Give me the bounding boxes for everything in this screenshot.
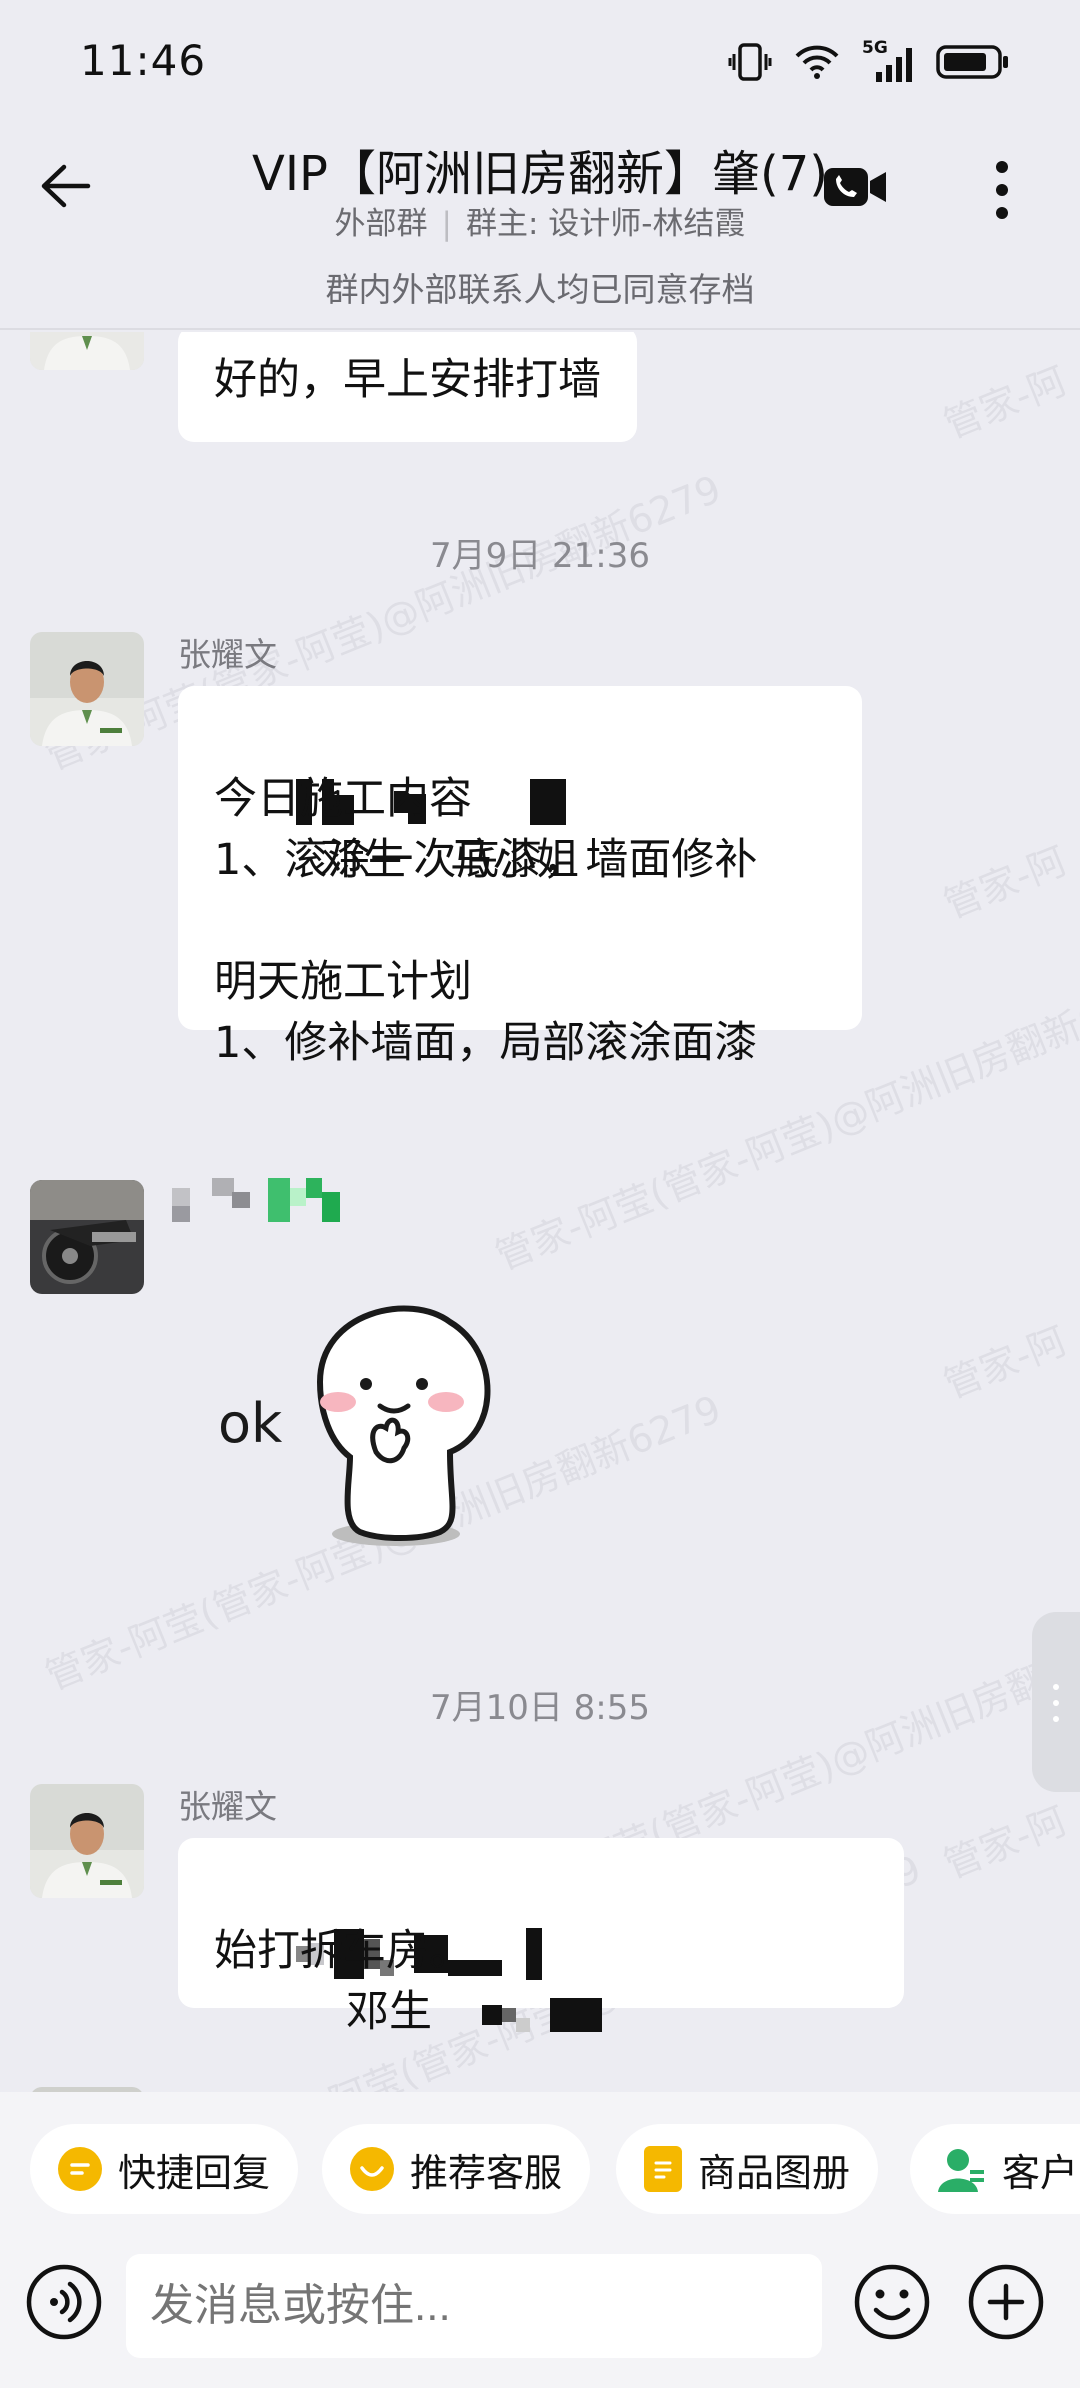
emoji-button[interactable] (852, 2262, 932, 2342)
quick-reply-button[interactable]: 快捷回复 (30, 2124, 299, 2214)
group-owner-label: 群主: 设计师-林结霞 (465, 206, 746, 242)
quick-reply-icon (58, 2147, 102, 2191)
customer-icon (938, 2145, 986, 2193)
chat-header: VIP【阿洲旧房翻新】肇(7) 外部群 | 群主: 设计师-林结霞 (0, 120, 1080, 250)
quick-action-bar: 快捷回复 推荐客服 商品图册 客户 (0, 2092, 1080, 2252)
message-input[interactable] (126, 2254, 822, 2358)
redacted-block (530, 778, 567, 825)
voice-icon (26, 2264, 102, 2340)
plus-icon (968, 2264, 1044, 2340)
sender-name: 张耀文 (178, 1787, 277, 1826)
more-options-button[interactable] (966, 150, 1038, 230)
more-vertical-icon (996, 161, 1008, 219)
message-bubble[interactable]: 好的，早上安排打墙 (178, 332, 637, 442)
message-bubble[interactable]: 邓生 马小姐 今日施工内容 1、滚涂一次底漆，墙面修补 明天施工计划 1、修补墙面… (178, 686, 862, 1068)
chat-title[interactable]: VIP【阿洲旧房翻新】肇(7) (0, 134, 1080, 204)
status-icons: 5G (728, 38, 1010, 84)
sender-name: 张耀文 (178, 635, 277, 674)
chat-message-list[interactable]: 管家-阿 管家-阿莹(管家-阿莹)@阿洲旧房翻新6279 管家-阿 管家-阿莹(… (0, 332, 1080, 2092)
redacted-block (526, 1927, 543, 1980)
recommend-service-label: 推荐客服 (410, 2150, 563, 2195)
redacted-block (516, 2017, 531, 2032)
message-line (214, 891, 826, 952)
video-camera-icon (824, 168, 886, 206)
watermark: 管家-阿 (937, 838, 1073, 928)
redacted-block (550, 1997, 569, 2032)
avatar[interactable] (30, 332, 144, 370)
side-drawer-handle[interactable] (1032, 1612, 1080, 1792)
avatar[interactable] (30, 632, 144, 746)
quick-reply-label: 快捷回复 (118, 2150, 271, 2195)
ok-sticker-image: ok (218, 1305, 491, 1546)
sticker-caption: ok (218, 1392, 283, 1455)
archive-notice: 群内外部联系人均已同意存档 (0, 250, 1080, 330)
status-bar: 11:46 5G (0, 0, 1080, 120)
subtitle-divider: | (441, 206, 452, 242)
message-line: 1、修补墙面，局部滚涂面漆 (214, 1018, 758, 1068)
vibrate-icon (728, 43, 772, 81)
redacted-block (502, 2007, 517, 2022)
recipient-name: 邓生 (346, 1987, 433, 2037)
group-type-label: 外部群 (334, 206, 428, 242)
voice-input-button[interactable] (24, 2262, 104, 2342)
recommend-service-icon (350, 2147, 394, 2191)
sticker-message[interactable]: ok (200, 1282, 540, 1562)
more-actions-button[interactable] (966, 2262, 1046, 2342)
watermark: 管家-阿 (937, 1798, 1073, 1888)
message-input-bar (0, 2232, 1080, 2388)
recommend-service-button[interactable]: 推荐客服 (322, 2124, 591, 2214)
chat-subtitle: 外部群 | 群主: 设计师-林结霞 (0, 198, 1080, 243)
signal-5g-icon: 5G (862, 38, 914, 82)
message-line: 明天施工计划 (214, 957, 472, 1007)
status-time: 11:46 (80, 36, 207, 85)
product-album-button[interactable]: 商品图册 (616, 2124, 879, 2214)
message-bubble[interactable]: 邓生 始打拆车房。 (178, 1838, 904, 2037)
redacted-block (482, 2004, 503, 2025)
video-call-button[interactable] (822, 162, 894, 222)
watermark: 管家-阿 (937, 1318, 1073, 1408)
message-line: 邓生 马小姐 (214, 708, 826, 885)
watermark: 管家-阿 (937, 358, 1073, 448)
redacted-block (568, 1997, 603, 2032)
product-album-icon (644, 2146, 682, 2192)
message-timestamp: 7月10日 8:55 (429, 1688, 651, 1728)
customer-button[interactable]: 客户 (910, 2124, 1080, 2214)
sender-name-redacted (172, 1178, 372, 1224)
battery-icon (936, 45, 1008, 79)
message-line: 邓生 (214, 1860, 868, 2037)
message-line: 1、滚涂一次底漆，墙面修补 (214, 835, 758, 885)
wifi-icon (795, 45, 839, 79)
avatar[interactable] (30, 1180, 144, 1294)
customer-label: 客户 (1002, 2150, 1079, 2195)
product-album-label: 商品图册 (698, 2150, 851, 2195)
smile-icon (854, 2264, 930, 2340)
avatar[interactable] (30, 1784, 144, 1898)
message-text: 好的，早上安排打墙 (214, 355, 601, 405)
message-timestamp: 7月9日 21:36 (429, 536, 651, 576)
